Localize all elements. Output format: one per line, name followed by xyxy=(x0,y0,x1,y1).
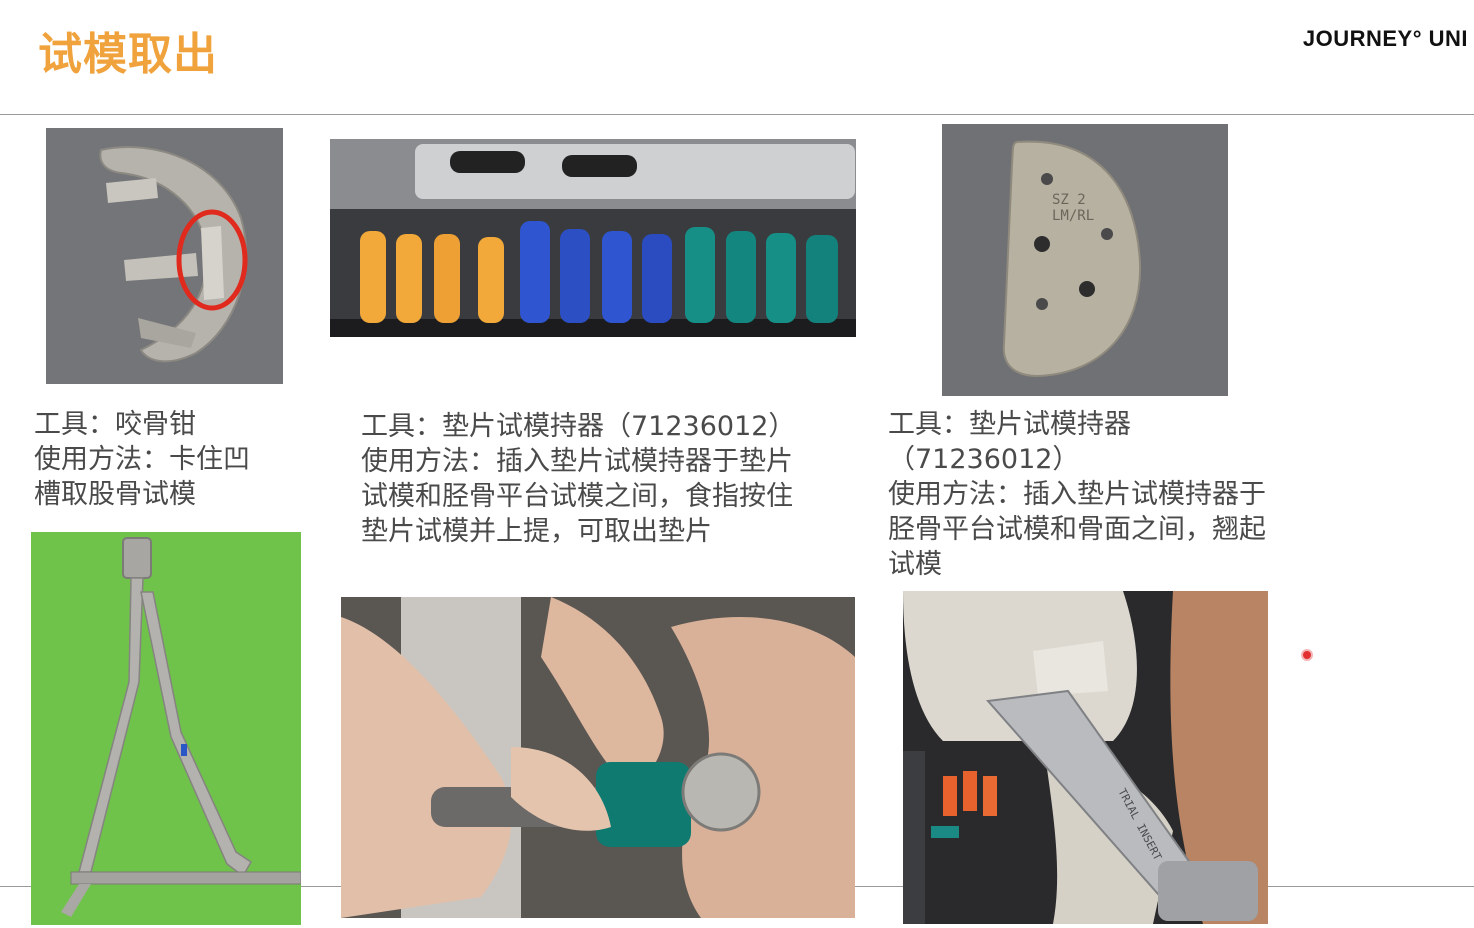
caption-middle: 工具：垫片试模持器（71236012） 使用方法：插入垫片试模持器于垫片 试模和… xyxy=(361,409,795,549)
caption-left-line: 使用方法：卡住凹 xyxy=(34,444,250,475)
caption-middle-line: 工具：垫片试模持器（71236012） xyxy=(361,411,796,442)
femoral-trial-photo xyxy=(46,128,283,384)
caption-left-line: 工具：咬骨钳 xyxy=(34,409,196,440)
caption-left-line: 槽取股骨试模 xyxy=(34,479,196,510)
insert-side-label: LM/RL xyxy=(1052,208,1094,224)
caption-right-line: 胫骨平台试模和骨面之间，翘起 xyxy=(888,514,1266,545)
laser-pointer xyxy=(1303,651,1311,659)
insert-size-label: SZ 2 xyxy=(1052,192,1086,208)
caption-right: 工具：垫片试模持器 （71236012） 使用方法：插入垫片试模持器于 胫骨平台… xyxy=(888,407,1266,582)
page-title: 试模取出 xyxy=(38,29,218,80)
caption-right-line: （71236012） xyxy=(888,444,1080,475)
caption-left: 工具：咬骨钳 使用方法：卡住凹 槽取股骨试模 xyxy=(34,407,250,512)
rongeur-photo xyxy=(31,532,301,925)
top-divider xyxy=(0,114,1474,115)
caption-right-line: 工具：垫片试模持器 xyxy=(888,409,1131,440)
caption-middle-line: 试模和胫骨平台试模之间，食指按住 xyxy=(361,481,793,512)
insert-trial-photo: SZ 2 LM/RL xyxy=(942,124,1228,396)
brand-logo: JOURNEY° UNI xyxy=(1302,26,1468,51)
spacer-tray-photo xyxy=(330,139,856,337)
caption-right-line: 使用方法：插入垫片试模持器于 xyxy=(888,479,1266,510)
insert-handle-photo: TRIAL INSERT HANDLE xyxy=(903,591,1268,924)
caption-right-line: 试模 xyxy=(888,549,942,580)
caption-middle-line: 使用方法：插入垫片试模持器于垫片 xyxy=(361,446,793,477)
caption-middle-line: 垫片试模并上提，可取出垫片 xyxy=(361,516,712,547)
hands-spacer-photo xyxy=(341,597,855,918)
